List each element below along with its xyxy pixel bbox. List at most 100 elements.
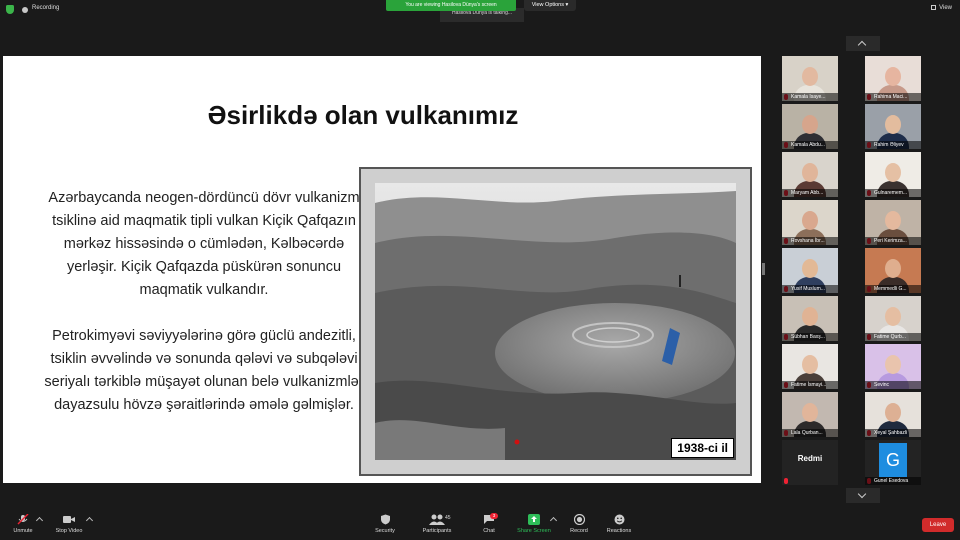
- shared-screen-slide: Əsirlikdə olan vulkanımız Azərbaycanda n…: [3, 56, 761, 483]
- participant-name: Xeyal Şahbazli: [865, 429, 921, 437]
- participant-head: [802, 307, 818, 326]
- participant-name: Yusif Muslum...: [782, 285, 838, 293]
- video-camera-icon: [63, 516, 75, 523]
- chevron-down-icon: [857, 489, 867, 499]
- shield-icon[interactable]: [6, 5, 14, 14]
- participant-tile[interactable]: Kamala Isaye...: [782, 56, 838, 101]
- participant-name: Sübhan Baxş...: [782, 333, 838, 341]
- unmute-label: Unmute: [13, 528, 33, 534]
- participant-name: Fatime Qurb...: [865, 333, 921, 341]
- participant-name: Maryam Abb...: [782, 189, 838, 197]
- participant-head: [885, 211, 901, 230]
- chevron-up-icon: [857, 40, 867, 50]
- slide-paragraph-1: Azərbaycanda neogen-dördüncü dövr vulkan…: [48, 190, 360, 298]
- participant-tile[interactable]: Rahim Əliyev: [865, 104, 921, 149]
- participant-name: Rahima Maci...: [865, 93, 921, 101]
- participant-tile[interactable]: Yusif Muslum...: [782, 248, 838, 293]
- slide-title: Əsirlikdə olan vulkanımız: [207, 100, 519, 130]
- view-button[interactable]: View: [931, 5, 952, 11]
- participant-name: Fatime İsmayi...: [782, 381, 838, 389]
- participant-tile[interactable]: Peri Kerimza...: [865, 200, 921, 245]
- participant-head: [885, 67, 901, 86]
- participant-head: [885, 259, 901, 278]
- participant-name: Memmedli G...: [865, 285, 921, 293]
- reactions-button[interactable]: Reactions: [604, 514, 634, 534]
- chat-badge: 3: [490, 513, 498, 519]
- participant-head: [802, 163, 818, 182]
- participant-tile[interactable]: Memmedli G...: [865, 248, 921, 293]
- security-button[interactable]: Security: [372, 514, 398, 534]
- view-label: View: [939, 5, 952, 12]
- grid-icon: [931, 5, 937, 10]
- participant-name: Sevinc: [865, 381, 921, 389]
- microphone-muted-icon: [17, 514, 29, 525]
- audio-options-caret[interactable]: [35, 516, 44, 525]
- participant-name: Kamala Abdu...: [782, 141, 838, 149]
- photo-caption: 1938-ci il: [671, 438, 734, 458]
- participant-head: [885, 403, 901, 422]
- participant-head: [885, 163, 901, 182]
- unmute-button[interactable]: Unmute: [10, 514, 36, 534]
- stop-video-label: Stop Video: [55, 528, 83, 534]
- participant-tile[interactable]: Lala Qurban...: [782, 392, 838, 437]
- participant-name: Rovshana İbr...: [782, 237, 838, 245]
- reactions-label: Reactions: [606, 528, 632, 534]
- view-options-label: View Options: [531, 2, 564, 8]
- participant-tile[interactable]: G Gunel Esedova: [865, 440, 921, 485]
- participant-tile[interactable]: Maryam Abb...: [782, 152, 838, 197]
- meeting-toolbar: Unmute Stop Video Security 45 Participan…: [0, 510, 960, 540]
- participant-head: [885, 307, 901, 326]
- record-label: Record: [570, 528, 588, 534]
- participant-head: [885, 115, 901, 134]
- participant-name: Kamala Isaye...: [782, 93, 838, 101]
- participant-device-label: Redmi: [797, 454, 823, 463]
- participant-tile[interactable]: Fatime İsmayi...: [782, 344, 838, 389]
- recording-label: Recording: [32, 5, 60, 11]
- participant-name: Peri Kerimza...: [865, 237, 921, 245]
- chat-label: Chat: [483, 528, 495, 534]
- participant-tile[interactable]: Rovshana İbr...: [782, 200, 838, 245]
- recording-icon: [22, 7, 28, 13]
- gallery-scroll-up-button[interactable]: [846, 36, 880, 51]
- participant-head: [802, 211, 818, 230]
- participant-tile[interactable]: Redmi: [782, 440, 838, 485]
- participant-head: [802, 403, 818, 422]
- volcano-photo: [375, 183, 736, 460]
- record-icon: [573, 514, 585, 525]
- leave-button[interactable]: Leave: [922, 518, 954, 532]
- participant-initial-avatar: G: [879, 443, 907, 477]
- participant-tile[interactable]: Sübhan Baxş...: [782, 296, 838, 341]
- slide-paragraph-2: Petrokimyəvi səviyyələrinə görə güclü an…: [44, 328, 364, 413]
- participant-head: [885, 355, 901, 374]
- participant-name: Lala Qurban...: [782, 429, 838, 437]
- participant-tile[interactable]: Gulnaremem...: [865, 152, 921, 197]
- participant-tile[interactable]: Fatime Qurb...: [865, 296, 921, 341]
- participants-icon: [429, 514, 445, 525]
- share-screen-button[interactable]: Share Screen: [514, 514, 554, 534]
- participant-head: [802, 67, 818, 86]
- stop-video-button[interactable]: Stop Video: [52, 514, 86, 534]
- chat-button[interactable]: 3 Chat: [476, 513, 502, 534]
- participant-head: [802, 115, 818, 134]
- participant-head: [802, 355, 818, 374]
- participant-tile[interactable]: Xeyal Şahbazli: [865, 392, 921, 437]
- participant-name: Rahim Əliyev: [865, 141, 921, 149]
- top-bar: Recording Hasilova Dünya is talking... Y…: [0, 0, 960, 22]
- panel-resize-handle[interactable]: [762, 263, 765, 275]
- participants-count: 45: [445, 515, 451, 521]
- view-options-button[interactable]: View Options ▾: [524, 0, 576, 11]
- record-button[interactable]: Record: [566, 514, 592, 534]
- shield-icon: [380, 514, 390, 525]
- participants-button[interactable]: 45 Participants: [418, 514, 456, 534]
- share-screen-icon: [528, 514, 540, 525]
- share-screen-label: Share Screen: [517, 528, 551, 534]
- gallery-scroll-down-button[interactable]: [846, 488, 880, 503]
- participant-tile[interactable]: Rahima Maci...: [865, 56, 921, 101]
- participant-name: Gunel Esedova: [865, 477, 921, 485]
- participant-tile[interactable]: Sevinc: [865, 344, 921, 389]
- security-label: Security: [375, 528, 395, 534]
- video-options-caret[interactable]: [85, 516, 94, 525]
- participant-tile[interactable]: Kamala Abdu...: [782, 104, 838, 149]
- volcano-photo-frame: 1938-ci il: [359, 167, 752, 476]
- participant-head: [802, 259, 818, 278]
